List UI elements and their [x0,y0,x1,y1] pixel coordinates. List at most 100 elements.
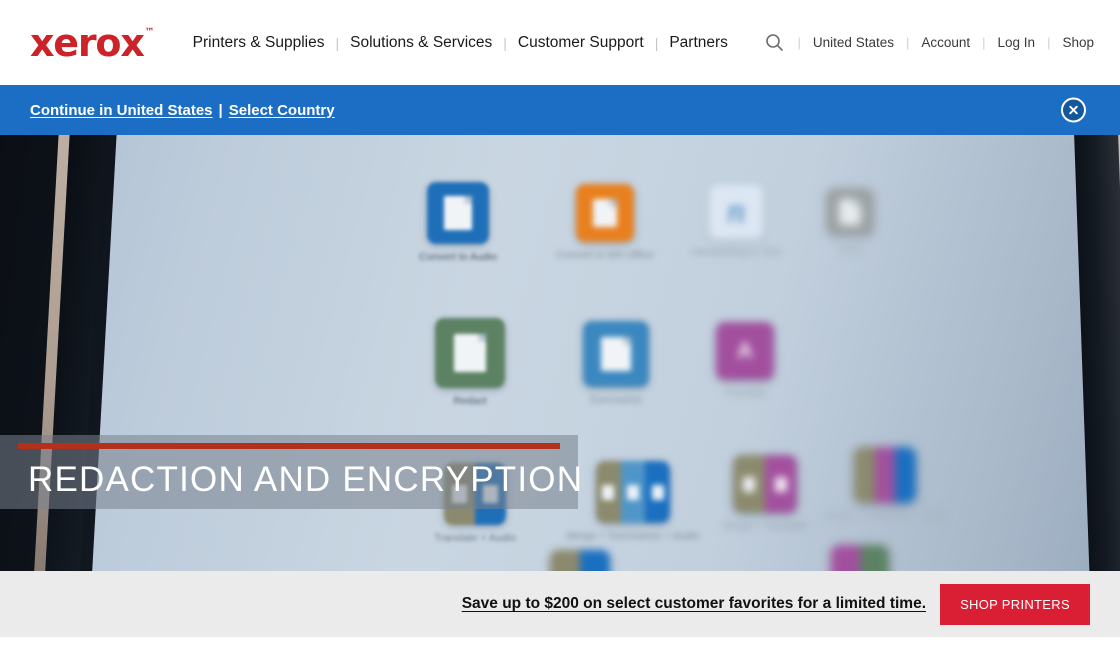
app-tile-ocr: OCR [790,188,910,255]
select-country-link[interactable]: Select Country [229,102,335,119]
country-banner-content: Continue in United States | Select Count… [30,102,335,119]
close-icon [1069,105,1078,115]
nav-separator: | [503,34,507,51]
xerox-logo[interactable]: xerox ™ [30,20,155,65]
tile-half [854,447,875,503]
tile-half [620,461,646,523]
site-header: xerox ™ Printers & Supplies | Solutions … [0,0,1120,85]
tile-split [550,550,610,571]
tile-half [765,455,797,513]
hero-banner[interactable]: Convert to Audio Convert to MS Office n … [0,135,1120,571]
banner-separator: | [218,101,223,119]
tile-label: Handwriting to Text [691,246,781,258]
promo-bar: Save up to $200 on select customer favor… [0,571,1120,637]
tile-swatch [576,184,634,242]
tile-label: Merge + Summarize + Audio [566,530,700,542]
app-tile-convert-to-ms-office: Convert to MS Office [545,184,665,261]
document-icon [651,484,664,500]
nav-item-printers-supplies[interactable]: Printers & Supplies [193,34,325,52]
tile-label: OCR [838,243,862,255]
app-tile-merge-translate-ocr: Merge + Translate + OCR [805,447,965,522]
tile-label: Redact [453,395,487,407]
tile-half [733,455,765,513]
translate-glyph: A [737,338,753,363]
tile-label: Merge + Translate + OCR [824,510,946,522]
app-tile-partial-row [800,545,920,571]
caption-accent-rule [18,443,560,449]
search-icon [766,34,783,51]
hero-headline: REDACTION AND ENCRYPTION [28,459,584,499]
tile-half [860,545,889,571]
close-banner-button[interactable] [1061,97,1086,123]
tile-half [874,447,896,503]
document-icon [454,334,486,372]
tile-half [550,550,580,571]
logo-wordmark: xerox [30,20,145,65]
tile-half [596,461,621,523]
nav-separator: | [654,34,659,51]
tile-swatch [854,447,916,503]
shop-printers-button[interactable]: SHOP PRINTERS [940,583,1090,625]
app-tile-translate: A Translate [685,322,805,399]
tile-half [895,447,916,503]
tile-swatch [596,461,670,523]
search-button[interactable] [764,32,786,54]
page-bottom-strip [0,637,1120,652]
document-icon [444,196,472,230]
primary-navigation: Printers & Supplies | Solutions & Servic… [193,34,728,52]
tile-swatch [435,318,505,388]
app-tile-summarize: Summarize [556,321,676,406]
document-icon [602,484,615,500]
tile-split [733,455,797,513]
app-tile-handwriting-to-text: n Handwriting to Text [676,185,796,258]
document-icon [775,476,787,492]
tile-half [580,550,610,571]
app-tile-redact: Redact [410,318,530,407]
continue-in-country-link[interactable]: Continue in United States [30,102,213,119]
tile-label: Translate + Audio [434,532,516,544]
tile-split [854,447,916,503]
nav-item-customer-support[interactable]: Customer Support [518,34,644,52]
tile-swatch [831,545,889,571]
handwriting-glyph: n [726,194,746,230]
utility-navigation: | United States | Account | Log In | Sho… [764,32,1094,54]
app-tile-partial-row [520,550,640,571]
nav-item-partners[interactable]: Partners [669,34,728,52]
xerox-homepage: xerox ™ Printers & Supplies | Solutions … [0,0,1120,652]
util-separator: | [797,35,801,50]
nav-item-solutions-services[interactable]: Solutions & Services [350,34,492,52]
document-icon [839,199,861,225]
tile-label: Convert to Audio [419,251,497,263]
util-item-log-in[interactable]: Log In [998,35,1036,50]
tile-half [645,461,670,523]
promo-offer-link[interactable]: Save up to $200 on select customer favor… [462,595,926,613]
tile-label: Summarize [589,394,643,406]
nav-separator: | [335,34,340,51]
tile-half [831,545,860,571]
tile-swatch [583,321,649,387]
document-icon [743,476,755,492]
util-item-account[interactable]: Account [921,35,970,50]
tile-swatch [733,455,797,513]
util-separator: | [905,35,910,50]
tile-label: Convert to MS Office [556,249,654,261]
document-icon [601,337,631,371]
util-item-shop[interactable]: Shop [1062,35,1094,50]
util-separator: | [982,35,986,50]
tile-swatch [826,188,874,236]
tile-swatch: n [709,185,763,239]
document-icon [593,199,617,227]
util-item-united-states[interactable]: United States [813,35,894,50]
hero-caption-overlay: REDACTION AND ENCRYPTION [0,435,584,509]
trademark-symbol: ™ [144,26,155,38]
tile-label: Translate [723,387,767,399]
country-selection-banner: Continue in United States | Select Count… [0,85,1120,135]
tile-swatch [427,182,489,244]
document-icon [627,484,639,500]
tile-split [831,545,889,571]
util-separator: | [1047,35,1051,50]
tile-split [596,461,670,523]
tile-swatch [550,550,610,571]
tile-swatch: A [716,322,774,380]
app-tile-convert-to-audio: Convert to Audio [398,182,518,263]
